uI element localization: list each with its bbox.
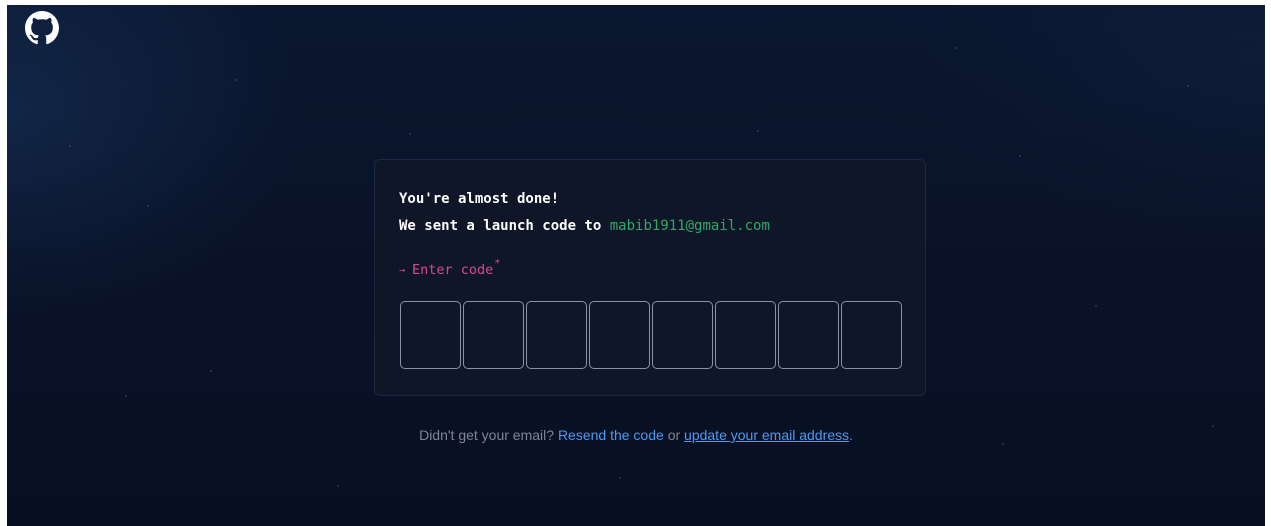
required-marker: * [494,258,501,269]
email-address: mabib1911@gmail.com [609,218,770,234]
code-digit-input-6[interactable] [715,301,776,369]
background-star [1002,443,1004,445]
code-digit-input-1[interactable] [400,301,461,369]
background-star [757,130,759,132]
background-star [69,145,71,147]
card-heading: You're almost done! [399,191,560,207]
resend-code-link[interactable]: Resend the code [558,427,664,443]
background-star [1095,305,1097,307]
code-input-row [400,301,902,369]
footer-or: or [667,427,681,443]
verification-card: You're almost done! We sent a launch cod… [374,159,926,396]
background-star [147,205,149,207]
sent-code-prefix: We sent a launch code to [399,218,602,234]
update-email-link[interactable]: update your email address [684,427,849,443]
background-star [337,485,339,487]
arrow-right-icon: → [399,265,406,276]
background-star [955,47,957,49]
github-octocat-icon[interactable] [25,11,59,45]
code-digit-input-8[interactable] [841,301,902,369]
code-digit-input-2[interactable] [463,301,524,369]
background-star [409,133,411,135]
background-star [235,79,237,81]
background-star [1187,85,1189,87]
enter-code-label-text: Enter code [412,262,494,278]
code-digit-input-7[interactable] [778,301,839,369]
resend-footer: Didn't get your email? Resend the code o… [7,427,1265,443]
enter-code-label: → Enter code* [399,258,500,278]
footer-prefix: Didn't get your email? [419,427,555,443]
signup-verification-screen: You're almost done! We sent a launch cod… [7,5,1265,526]
code-digit-input-3[interactable] [526,301,587,369]
sent-code-message: We sent a launch code to mabib1911@gmail… [399,218,770,234]
background-star [1019,155,1021,157]
code-digit-input-5[interactable] [652,301,713,369]
background-star [619,477,621,479]
footer-suffix: . [849,427,853,443]
background-star [210,370,212,372]
code-digit-input-4[interactable] [589,301,650,369]
background-star [125,395,127,397]
